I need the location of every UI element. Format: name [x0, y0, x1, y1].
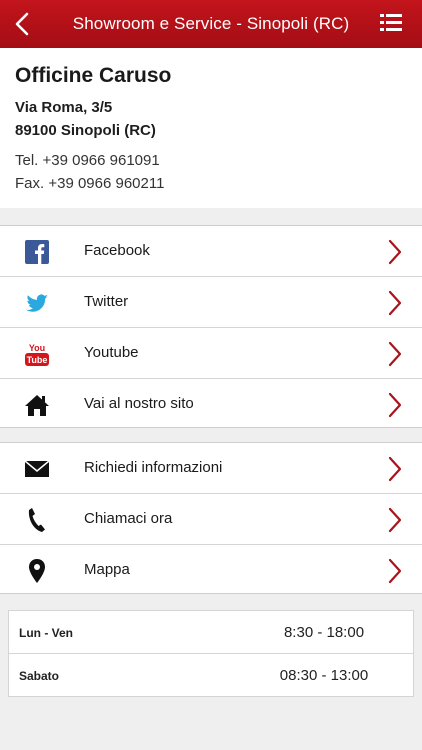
row-label: Facebook	[84, 242, 150, 259]
opening-hours-table: Lun - Ven 8:30 - 18:00 Sabato 08:30 - 13…	[8, 610, 414, 697]
contact-actions-list: Richiedi informazioni Chiamaci ora Mappa	[0, 442, 422, 594]
fax-number: Fax. +39 0966 960211	[15, 175, 165, 192]
facebook-row[interactable]: Facebook	[0, 226, 422, 277]
row-label: Twitter	[84, 293, 129, 310]
svg-text:Tube: Tube	[27, 355, 48, 365]
company-info-card: Officine Caruso Via Roma, 3/5 89100 Sino…	[0, 48, 422, 208]
chevron-right-icon	[388, 507, 402, 533]
row-label: Vai al nostro sito	[84, 395, 194, 412]
row-label: Mappa	[84, 561, 130, 578]
website-row[interactable]: Vai al nostro sito	[0, 379, 422, 429]
call-us-row[interactable]: Chiamaci ora	[0, 494, 422, 545]
hours-time: 08:30 - 13:00	[279, 667, 369, 684]
hours-day: Sabato	[19, 669, 60, 683]
svg-text:You: You	[29, 343, 45, 353]
chevron-right-icon	[388, 558, 402, 584]
request-info-row[interactable]: Richiedi informazioni	[0, 443, 422, 494]
phone-icon	[28, 508, 45, 532]
list-menu-icon[interactable]	[380, 12, 402, 34]
map-row[interactable]: Mappa	[0, 545, 422, 595]
back-chevron-icon[interactable]	[8, 8, 40, 40]
chevron-right-icon	[388, 341, 402, 367]
nav-title: Showroom e Service - Sinopoli (RC)	[72, 14, 350, 33]
row-label: Chiamaci ora	[84, 510, 173, 527]
nav-bar: Showroom e Service - Sinopoli (RC)	[0, 0, 422, 48]
map-pin-icon	[29, 559, 45, 583]
chevron-right-icon	[388, 290, 402, 316]
facebook-icon	[25, 240, 49, 264]
social-links-list: Facebook Twitter You Tube Youtube Vai al…	[0, 225, 422, 428]
hours-time: 8:30 - 18:00	[283, 624, 365, 641]
youtube-icon: You Tube	[25, 343, 49, 366]
twitter-icon	[26, 294, 48, 312]
chevron-right-icon	[388, 239, 402, 265]
mail-icon	[24, 460, 50, 477]
home-icon	[25, 395, 49, 416]
address-street: Via Roma, 3/5	[15, 99, 113, 116]
hours-day: Lun - Ven	[19, 626, 73, 640]
hours-row: Lun - Ven 8:30 - 18:00	[9, 611, 413, 654]
chevron-right-icon	[388, 456, 402, 482]
youtube-row[interactable]: You Tube Youtube	[0, 328, 422, 379]
row-label: Youtube	[84, 344, 139, 361]
row-label: Richiedi informazioni	[84, 459, 223, 476]
address-city: 89100 Sinopoli (RC)	[15, 122, 156, 139]
chevron-right-icon	[388, 392, 402, 418]
company-name: Officine Caruso	[15, 64, 172, 87]
twitter-row[interactable]: Twitter	[0, 277, 422, 328]
phone-number: Tel. +39 0966 961091	[15, 152, 160, 169]
hours-row: Sabato 08:30 - 13:00	[9, 654, 413, 697]
